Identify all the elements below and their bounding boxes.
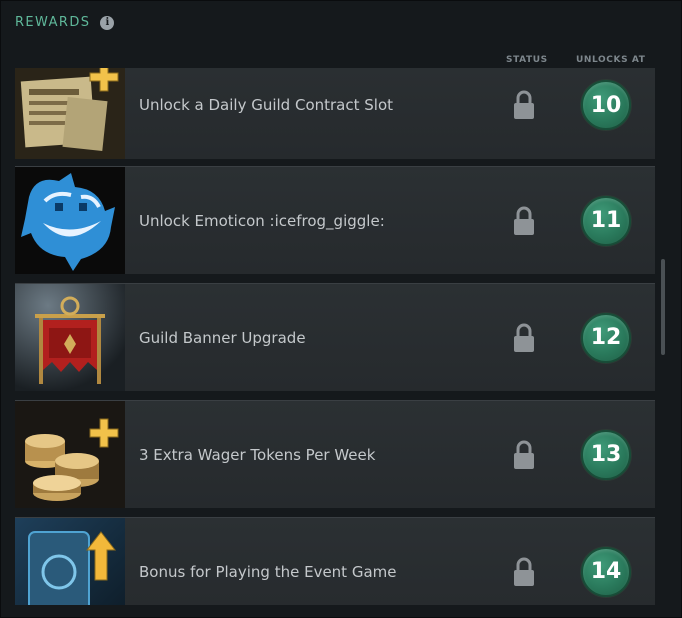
rewards-header: REWARDS i xyxy=(15,15,115,30)
reward-row[interactable]: Guild Banner Upgrade 12 xyxy=(15,283,655,391)
rewards-title: REWARDS xyxy=(15,15,91,30)
unlock-level-badge: 13 xyxy=(581,429,631,480)
lock-icon xyxy=(514,557,534,586)
reward-label: Guild Banner Upgrade xyxy=(139,328,306,347)
status-column-header: STATUS xyxy=(506,55,548,65)
unlock-level-badge: 10 xyxy=(581,80,631,130)
rewards-list: Unlock a Daily Guild Contract Slot 10 Un… xyxy=(15,68,655,605)
lock-icon xyxy=(514,206,534,235)
lock-icon xyxy=(514,323,534,352)
lock-icon xyxy=(514,440,534,469)
icefrog-emoticon-image xyxy=(15,167,125,274)
reward-label: Bonus for Playing the Event Game xyxy=(139,562,397,581)
reward-row[interactable]: 3 Extra Wager Tokens Per Week 13 xyxy=(15,400,655,508)
scrollbar-thumb[interactable] xyxy=(661,259,665,355)
reward-label: 3 Extra Wager Tokens Per Week xyxy=(139,445,376,464)
guild-contract-image xyxy=(15,68,125,159)
reward-row[interactable]: Unlock Emoticon :icefrog_giggle: 11 xyxy=(15,166,655,274)
unlocks-at-column-header: UNLOCKS AT xyxy=(576,55,646,65)
rewards-panel: REWARDS i STATUS UNLOCKS AT Unlock a Dai… xyxy=(0,0,682,618)
guild-banner-image xyxy=(15,284,125,391)
reward-row[interactable]: Unlock a Daily Guild Contract Slot 10 xyxy=(15,68,655,159)
unlock-level-badge: 11 xyxy=(581,195,631,246)
lock-icon xyxy=(514,90,534,119)
reward-row[interactable]: Bonus for Playing the Event Game 14 xyxy=(15,517,655,605)
reward-label: Unlock Emoticon :icefrog_giggle: xyxy=(139,211,385,230)
info-icon[interactable]: i xyxy=(100,15,115,30)
unlock-level-badge: 14 xyxy=(581,546,631,597)
wager-tokens-image xyxy=(15,401,125,508)
unlock-level-badge: 12 xyxy=(581,312,631,363)
event-game-bonus-image xyxy=(15,518,125,605)
reward-label: Unlock a Daily Guild Contract Slot xyxy=(139,96,394,114)
